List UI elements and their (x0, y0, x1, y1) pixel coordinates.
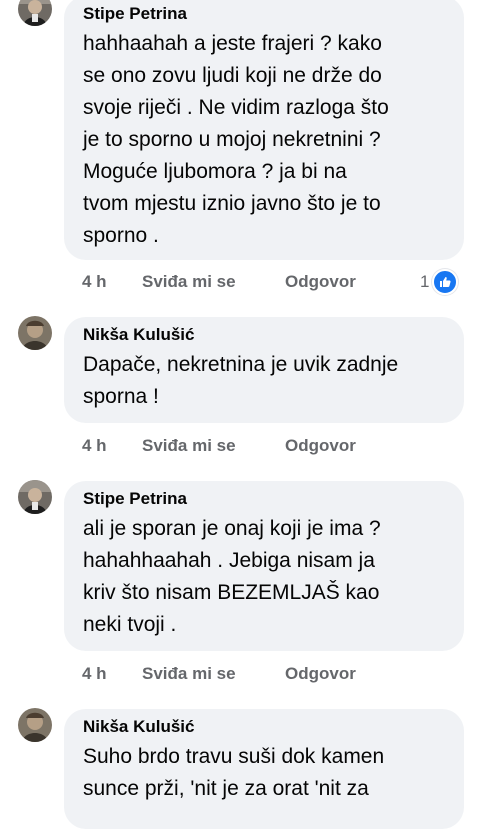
comment-author[interactable]: Stipe Petrina (83, 488, 446, 510)
comment-timestamp[interactable]: 4 h (82, 272, 142, 292)
avatar[interactable] (18, 708, 52, 742)
like-button[interactable]: Sviđa mi se (142, 664, 285, 684)
avatar[interactable] (18, 480, 52, 514)
comment-text: Dapače, nekretnina je uvik zadnje sporna… (83, 353, 399, 408)
comment-author[interactable]: Nikša Kulušić (83, 324, 446, 346)
thumbs-up-icon (432, 269, 459, 295)
comment-actions: 4 h Sviđa mi se Odgovor (82, 432, 356, 460)
comment-bubble: Nikša Kulušić Suho brdo travu suši dok k… (64, 709, 464, 829)
comment-text: Suho brdo travu suši dok kamen sunce prž… (83, 745, 385, 800)
comment-text: hahhaahah a jeste frajeri ? kako se ono … (83, 32, 389, 247)
avatar[interactable] (18, 316, 52, 350)
comment-author[interactable]: Stipe Petrina (83, 3, 446, 25)
comment-author[interactable]: Nikša Kulušić (83, 716, 446, 738)
comment-actions: 4 h Sviđa mi se Odgovor (82, 268, 356, 296)
reaction-summary[interactable]: 1 (420, 268, 459, 296)
comment-bubble: Nikša Kulušić Dapače, nekretnina je uvik… (64, 317, 464, 423)
reply-button[interactable]: Odgovor (285, 664, 356, 684)
comment-timestamp[interactable]: 4 h (82, 436, 142, 456)
avatar[interactable] (18, 0, 52, 26)
comment-timestamp[interactable]: 4 h (82, 664, 142, 684)
reaction-count: 1 (420, 272, 430, 291)
like-button[interactable]: Sviđa mi se (142, 272, 285, 292)
comment-bubble: Stipe Petrina ali je sporan je onaj koji… (64, 481, 464, 651)
reply-button[interactable]: Odgovor (285, 272, 356, 292)
comment-bubble: Stipe Petrina hahhaahah a jeste frajeri … (64, 0, 464, 260)
comment-text: ali je sporan je onaj koji je ima ? haha… (83, 517, 381, 636)
reply-button[interactable]: Odgovor (285, 436, 356, 456)
like-button[interactable]: Sviđa mi se (142, 436, 285, 456)
comment-actions: 4 h Sviđa mi se Odgovor (82, 660, 356, 688)
